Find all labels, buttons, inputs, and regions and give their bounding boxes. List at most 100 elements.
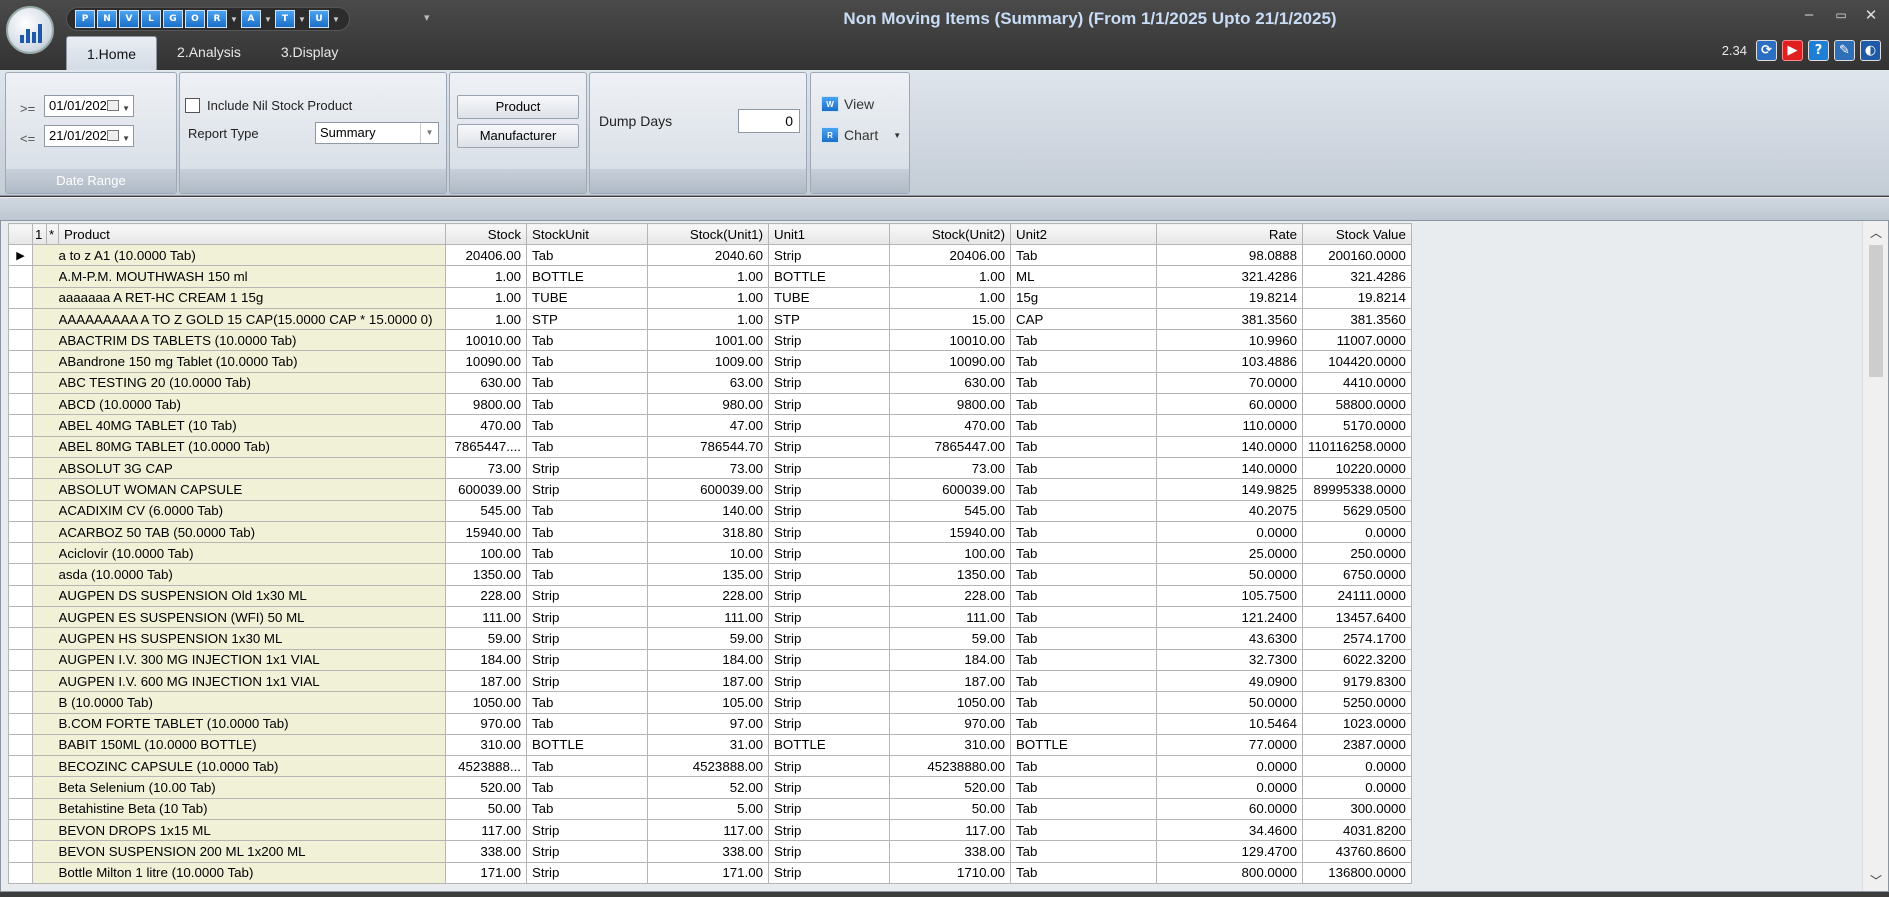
table-cell[interactable]: 13457.6400 — [1302, 606, 1412, 629]
product-cell[interactable]: AUGPEN DS SUSPENSION Old 1x30 ML — [58, 584, 446, 608]
table-cell[interactable]: Tab — [526, 755, 648, 778]
row-indicator[interactable] — [8, 606, 33, 629]
table-cell[interactable]: STP — [526, 307, 648, 331]
table-cell[interactable]: 110116258.0000 — [1302, 435, 1412, 458]
table-cell[interactable]: Tab — [1010, 648, 1157, 671]
table-cell[interactable]: Tab — [1010, 797, 1157, 821]
table-cell[interactable]: Tab — [1010, 542, 1157, 565]
product-cell[interactable]: ABSOLUT 3G CAP — [58, 456, 446, 480]
table-cell[interactable]: 111.00 — [889, 606, 1011, 629]
table-cell[interactable]: Tab — [526, 329, 648, 352]
row-indicator[interactable] — [8, 499, 33, 522]
table-cell[interactable]: Strip — [768, 797, 890, 821]
table-cell[interactable]: Tab — [1010, 499, 1157, 522]
table-cell[interactable]: 7865447.00 — [889, 435, 1011, 458]
table-cell[interactable]: 187.00 — [647, 669, 769, 693]
table-cell[interactable]: 60.0000 — [1156, 797, 1303, 821]
table-cell[interactable]: Tab — [1010, 478, 1157, 501]
table-cell[interactable]: 40.2075 — [1156, 499, 1303, 522]
table-cell[interactable]: 630.00 — [889, 371, 1011, 395]
product-cell[interactable]: ABEL 80MG TABLET (10.0000 Tab) — [58, 435, 446, 458]
scroll-down-icon[interactable]: ﹀ — [1863, 871, 1888, 891]
table-cell[interactable]: 50.00 — [445, 797, 527, 821]
table-cell[interactable]: Tab — [1010, 776, 1157, 799]
table-cell[interactable]: 545.00 — [889, 499, 1011, 522]
table-cell[interactable]: 318.80 — [647, 520, 769, 544]
dump-days-input[interactable]: 0 — [738, 109, 800, 133]
table-cell[interactable]: 1001.00 — [647, 329, 769, 352]
table-row[interactable]: AUGPEN DS SUSPENSION Old 1x30 ML 228.00 St… — [8, 584, 1412, 608]
table-cell[interactable]: 20406.00 — [445, 243, 527, 267]
product-cell[interactable]: ABSOLUT WOMAN CAPSULE — [58, 478, 446, 501]
table-cell[interactable]: Tab — [1010, 819, 1157, 842]
table-cell[interactable]: Tab — [1010, 414, 1157, 437]
table-cell[interactable]: Tab — [526, 691, 648, 714]
table-row[interactable]: Betahistine Beta (10 Tab) 50.00 Tab 5.00 Str… — [8, 797, 1412, 821]
table-cell[interactable]: 140.0000 — [1156, 456, 1303, 480]
table-cell[interactable]: 34.4600 — [1156, 819, 1303, 842]
table-cell[interactable]: 1.00 — [445, 265, 527, 288]
product-cell[interactable]: Aciclovir (10.0000 Tab) — [58, 542, 446, 565]
table-cell[interactable]: Strip — [526, 669, 648, 693]
table-cell[interactable]: Strip — [768, 606, 890, 629]
table-cell[interactable]: Strip — [768, 371, 890, 395]
table-cell[interactable]: ML — [1010, 265, 1157, 288]
table-cell[interactable]: 70.0000 — [1156, 371, 1303, 395]
product-cell[interactable]: B (10.0000 Tab) — [58, 691, 446, 714]
table-cell[interactable]: 15.00 — [889, 307, 1011, 331]
table-cell[interactable]: 300.0000 — [1302, 797, 1412, 821]
youtube-icon[interactable]: ▶ — [1782, 40, 1803, 61]
table-cell[interactable]: 184.00 — [647, 648, 769, 671]
table-cell[interactable]: Strip — [768, 861, 890, 884]
table-cell[interactable]: Tab — [526, 350, 648, 373]
table-cell[interactable]: Strip — [768, 691, 890, 714]
table-cell[interactable]: 228.00 — [445, 584, 527, 608]
table-row[interactable]: ABCD (10.0000 Tab) 9800.00 Tab 980.00 Strip 9… — [8, 393, 1412, 416]
table-cell[interactable]: 5250.0000 — [1302, 691, 1412, 714]
table-row[interactable]: ABSOLUT 3G CAP 73.00 Strip 73.00 Strip 73.00 T… — [8, 456, 1412, 480]
table-cell[interactable]: 60.0000 — [1156, 393, 1303, 416]
table-cell[interactable]: 1023.0000 — [1302, 712, 1412, 735]
table-cell[interactable]: 1.00 — [889, 286, 1011, 309]
table-cell[interactable]: 135.00 — [647, 563, 769, 586]
table-cell[interactable]: Tab — [1010, 435, 1157, 458]
table-cell[interactable]: 0.0000 — [1302, 776, 1412, 799]
scroll-up-icon[interactable]: ︿ — [1863, 223, 1888, 243]
notes-icon[interactable]: ✎ — [1834, 40, 1855, 61]
table-row[interactable]: AUGPEN ES SUSPENSION (WFI) 50 ML 111.00 St… — [8, 606, 1412, 629]
table-cell[interactable]: CAP — [1010, 307, 1157, 331]
table-cell[interactable]: Tab — [1010, 243, 1157, 267]
table-cell[interactable]: Tab — [526, 435, 648, 458]
product-button[interactable]: Product — [457, 95, 579, 119]
chevron-down-icon[interactable]: ▼ — [263, 15, 273, 24]
product-cell[interactable]: ACARBOZ 50 TAB (50.0000 Tab) — [58, 520, 446, 544]
table-cell[interactable]: Strip — [768, 627, 890, 650]
row-indicator[interactable] — [8, 329, 33, 352]
table-cell[interactable]: Strip — [768, 584, 890, 608]
table-row[interactable]: aaaaaaa A RET-HC CREAM 1 15g 1.00 TUBE 1.00… — [8, 286, 1412, 309]
table-cell[interactable]: Strip — [768, 520, 890, 544]
col-header-rate[interactable]: Rate — [1156, 223, 1303, 245]
table-cell[interactable]: 1350.00 — [889, 563, 1011, 586]
table-cell[interactable]: 5629.0500 — [1302, 499, 1412, 522]
table-cell[interactable]: 73.00 — [647, 456, 769, 480]
table-cell[interactable]: 338.00 — [647, 840, 769, 863]
table-cell[interactable]: Tab — [1010, 520, 1157, 544]
view-button[interactable]: W View — [821, 96, 874, 112]
table-cell[interactable]: 0.0000 — [1156, 776, 1303, 799]
table-cell[interactable]: 980.00 — [647, 393, 769, 416]
table-cell[interactable]: Tab — [1010, 393, 1157, 416]
table-cell[interactable]: Tab — [526, 243, 648, 267]
table-cell[interactable]: 32.7300 — [1156, 648, 1303, 671]
row-indicator[interactable] — [8, 393, 33, 416]
table-cell[interactable]: 10.00 — [647, 542, 769, 565]
col-header-product[interactable]: Product — [58, 223, 446, 245]
table-cell[interactable]: 43760.8600 — [1302, 840, 1412, 863]
table-row[interactable]: BABIT 150ML (10.0000 BOTTLE) 310.00 BOTTLE… — [8, 733, 1412, 757]
product-cell[interactable]: AUGPEN I.V. 600 MG INJECTION 1x1 VIAL — [58, 669, 446, 693]
chevron-down-icon[interactable]: ▼ — [331, 15, 341, 24]
table-cell[interactable]: Strip — [526, 648, 648, 671]
row-indicator[interactable] — [8, 350, 33, 373]
table-row[interactable]: A.M-P.M. MOUTHWASH 150 ml 1.00 BOTTLE 1.00 B… — [8, 265, 1412, 288]
table-cell[interactable]: 1.00 — [647, 307, 769, 331]
